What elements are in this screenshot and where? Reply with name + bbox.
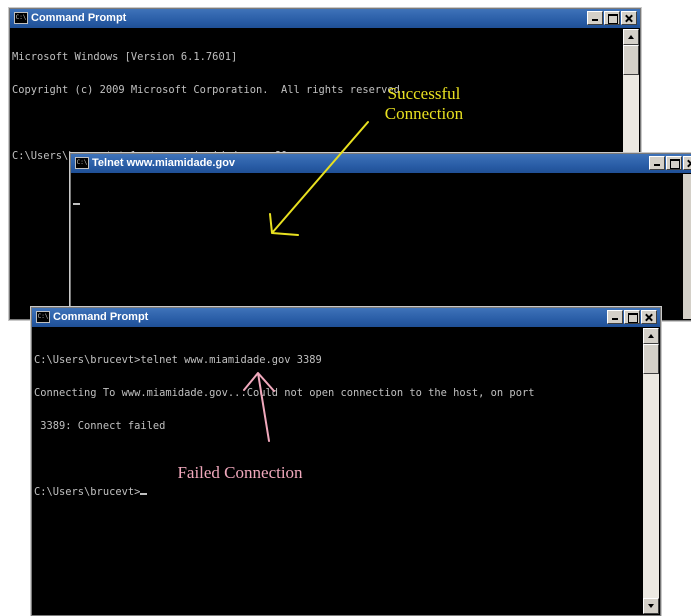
cmd-window-bottom[interactable]: C:\ Command Prompt C:\Users\brucevt>teln… <box>31 307 661 616</box>
failed-annotation: Failed Connection <box>150 463 330 483</box>
console-output[interactable] <box>73 175 683 318</box>
console-line: 3389: Connect failed <box>34 420 166 432</box>
scroll-thumb[interactable] <box>623 45 639 75</box>
console-line: C:\Users\brucevt> <box>34 487 642 498</box>
maximize-icon[interactable] <box>666 156 682 170</box>
minimize-icon[interactable] <box>587 11 603 25</box>
scroll-down-icon[interactable] <box>643 598 659 614</box>
console-line <box>73 197 683 208</box>
window-title: Command Prompt <box>31 12 127 24</box>
minimize-icon[interactable] <box>649 156 665 170</box>
maximize-icon[interactable] <box>604 11 620 25</box>
close-icon[interactable] <box>641 310 657 324</box>
window-title: Command Prompt <box>53 311 149 323</box>
close-icon[interactable] <box>621 11 637 25</box>
window-controls <box>648 156 691 171</box>
vertical-scrollbar[interactable] <box>643 328 659 614</box>
window-title: Telnet www.miamidade.gov <box>92 157 236 169</box>
failed-label: Failed Connection <box>177 463 303 482</box>
telnet-window[interactable]: C:\ Telnet www.miamidade.gov <box>70 153 691 321</box>
console-line: Copyright (c) 2009 Microsoft Corporation… <box>12 84 407 96</box>
title-bar[interactable]: C:\ Telnet www.miamidade.gov <box>71 154 691 173</box>
maximize-icon[interactable] <box>624 310 640 324</box>
text-cursor <box>73 203 80 205</box>
console-icon: C:\ <box>14 12 28 24</box>
vertical-scrollbar[interactable] <box>683 174 691 319</box>
window-controls <box>586 11 637 26</box>
success-label-line1: Successful <box>387 84 461 103</box>
title-bar[interactable]: C:\ Command Prompt <box>10 9 640 28</box>
scroll-up-icon[interactable] <box>623 29 639 45</box>
scroll-up-icon[interactable] <box>643 328 659 344</box>
console-output[interactable]: C:\Users\brucevt>telnet www.miamidade.go… <box>34 333 642 613</box>
console-line: C:\Users\brucevt>telnet www.miamidade.go… <box>34 354 322 366</box>
console-icon: C:\ <box>75 157 89 169</box>
title-bar[interactable]: C:\ Command Prompt <box>32 308 660 327</box>
console-line: Connecting To www.miamidade.gov...Could … <box>34 387 535 399</box>
scroll-thumb[interactable] <box>643 344 659 374</box>
success-label-line2: Connection <box>384 104 464 123</box>
success-annotation: Successful Connection <box>364 84 484 124</box>
window-controls <box>606 310 657 325</box>
console-line: Microsoft Windows [Version 6.1.7601] <box>12 51 238 63</box>
minimize-icon[interactable] <box>607 310 623 324</box>
prompt-text: C:\Users\brucevt> <box>34 486 141 498</box>
close-icon[interactable] <box>683 156 691 170</box>
text-cursor <box>140 493 148 495</box>
console-icon: C:\ <box>36 311 50 323</box>
